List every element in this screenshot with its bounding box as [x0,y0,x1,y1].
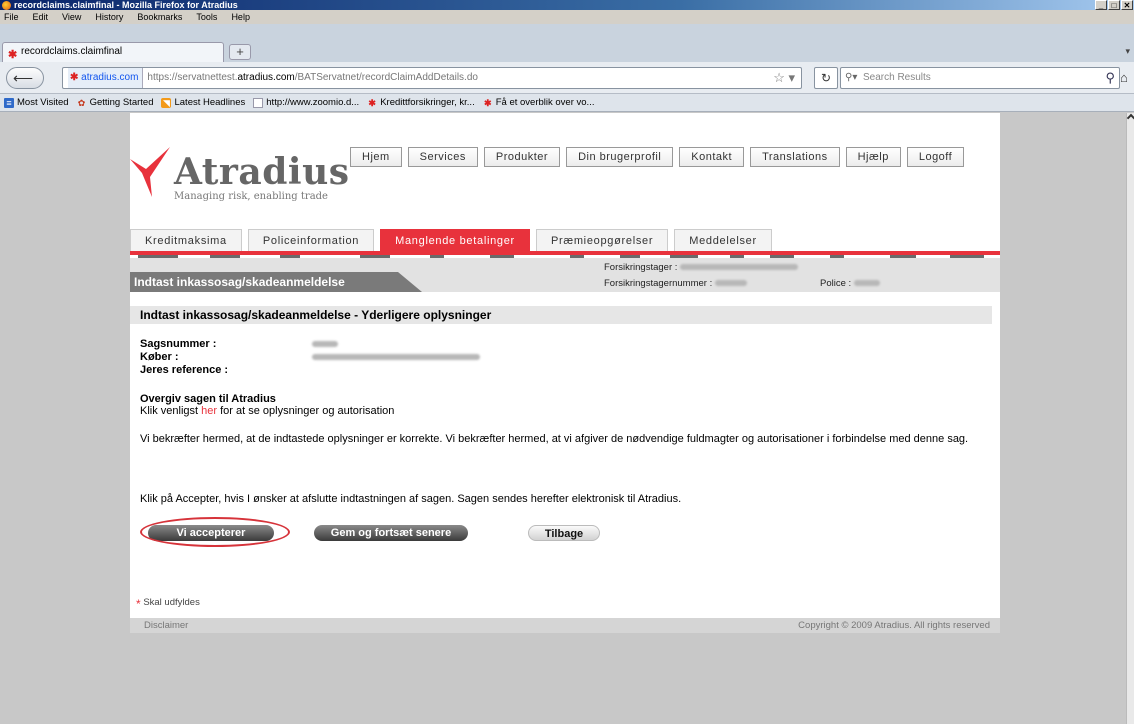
section-tabs: Kreditmaksima Policeinformation Manglend… [130,229,772,251]
window-controls: _ □ ✕ [1095,0,1133,10]
field-kober: Køber : [140,351,480,364]
top-navigation: Hjem Services Produkter Din brugerprofil… [350,147,965,167]
scroll-up-icon[interactable] [1126,113,1134,123]
nav-kontakt[interactable]: Kontakt [679,147,745,167]
bookmark-zoomio[interactable]: http://www.zoomio.d... [253,94,359,111]
search-engine-icon[interactable]: ⚲▾ [845,68,857,88]
page-icon [253,97,264,108]
atradius-favicon: ✱ [483,97,492,108]
field-jeres-reference: Jeres reference : [140,364,229,376]
tab-meddelelser[interactable]: Meddelelser [674,229,772,251]
disclaimer-link[interactable]: Disclaimer [144,618,188,633]
brand-tagline: Managing risk, enabling trade [174,191,328,202]
nav-hjaelp[interactable]: Hjælp [845,147,901,167]
browser-tab[interactable]: ✱ recordclaims.claimfinal [2,42,224,62]
page-viewport: Atradius Managing risk, enabling trade H… [0,113,1126,724]
minimize-button[interactable]: _ [1095,0,1107,10]
policy-value-redacted [853,280,880,287]
bookmark-latest-headlines[interactable]: ◥ Latest Headlines [161,94,245,111]
tab-manglende-betalinger[interactable]: Manglende betalinger [380,229,530,251]
nav-brugerprofil[interactable]: Din brugerprofil [566,147,674,167]
policyholder-value-redacted [680,264,799,271]
window-title: recordclaims.claimfinal - Mozilla Firefo… [14,0,238,10]
address-bar[interactable]: ✱ atradius.com https://servatnettest.atra… [62,67,802,89]
page-footer: Disclaimer Copyright © 2009 Atradius. Al… [130,618,1000,633]
sagsnummer-value-redacted [312,341,338,348]
new-tab-button[interactable]: + [229,44,251,60]
vertical-scrollbar[interactable] [1126,113,1134,724]
nav-hjem[interactable]: Hjem [350,147,402,167]
highlight-annotation [140,517,290,547]
nav-translations[interactable]: Translations [750,147,840,167]
handover-title: Overgiv sagen til Atradius [140,393,276,405]
brand-name: Atradius [174,151,350,193]
firefox-icon [2,1,11,10]
field-sagsnummer: Sagsnummer : [140,338,338,351]
menu-help[interactable]: Help [231,10,250,24]
menu-tools[interactable]: Tools [196,10,217,24]
confirmation-text: Vi bekræfter hermed, at de indtastede op… [140,433,969,445]
nav-logoff[interactable]: Logoff [906,147,965,167]
maximize-button[interactable]: □ [1108,0,1120,10]
accept-button[interactable]: Vi accepterer [140,517,290,547]
search-placeholder: Search Results [863,72,931,83]
menu-history[interactable]: History [95,10,123,24]
policy-info-bar: Indtast inkassosag/skadeanmeldelse Forsi… [130,258,1000,292]
search-go-icon[interactable]: ⚲ [1105,68,1115,88]
claim-fields: Sagsnummer : Køber : Jeres reference : [140,338,480,377]
policyholder-number-label: Forsikringstagernummer : [604,278,747,289]
bookmark-most-visited[interactable]: ≡ Most Visited [4,94,69,111]
tab-kreditmaksima[interactable]: Kreditmaksima [130,229,242,251]
menu-view[interactable]: View [62,10,81,24]
kober-value-redacted [312,354,480,361]
required-note: * Skal udfyldes [136,597,200,611]
atradius-page: Atradius Managing risk, enabling trade H… [130,113,1000,633]
bookmarks-toolbar: ≡ Most Visited ✿ Getting Started ◥ Latest H… [0,94,1134,112]
url-text: https://servatnettest.atradius.com/BATSe… [147,72,478,83]
tab-policeinformation[interactable]: Policeinformation [247,229,375,251]
navigation-toolbar: ⟵ ⟶ ✱ atradius.comhttps://servatnettest.… [0,62,1134,106]
atradius-logo-mark [130,147,170,197]
rss-icon: ◥ [161,97,172,108]
menu-edit[interactable]: Edit [33,10,49,24]
required-asterisk: * [136,597,141,611]
page-title: Indtast inkassosag/skadeanmeldelse [130,272,422,292]
back-link-button[interactable]: Tilbage [528,525,600,541]
menu-bar: File Edit View History Bookmarks Tools H… [0,10,1134,24]
bookmark-getting-started[interactable]: ✿ Getting Started [77,94,154,111]
policyholder-number-redacted [714,280,747,287]
back-button[interactable]: ⟵ ⟶ [6,67,44,106]
firefox-leaf-icon: ✿ [77,97,86,108]
accept-instruction: Klik på Accepter, hvis I ønsker at afslu… [140,493,682,505]
window-titlebar: recordclaims.claimfinal - Mozilla Firefo… [0,0,1134,10]
bookmark-overblik[interactable]: ✱ Få et overblik over vo... [483,94,595,111]
browser-tab-title: recordclaims.claimfinal [21,46,123,57]
copyright-text: Copyright © 2009 Atradius. All rights re… [798,620,990,631]
site-identity-button[interactable]: ✱ atradius.com [68,68,144,88]
menu-bookmarks[interactable]: Bookmarks [137,10,182,24]
menu-file[interactable]: File [4,10,19,24]
atradius-favicon: ✱ [368,97,376,108]
save-continue-later-button[interactable]: Gem og fortsæt senere [314,525,468,541]
reload-icon[interactable]: ↻ [814,67,838,89]
nav-produkter[interactable]: Produkter [483,147,561,167]
most-visited-icon: ≡ [4,97,14,108]
search-input[interactable]: ⚲▾ Search Results ⚲ [840,67,1120,89]
bookmark-kredittforsikringer[interactable]: ✱ Kredittforsikringer, kr... [367,94,474,111]
nav-services[interactable]: Services [407,147,478,167]
handover-text: Klik venligst her for at se oplysninger … [140,405,395,417]
handover-link[interactable]: her [201,405,217,417]
atradius-logo[interactable]: Atradius Managing risk, enabling trade [130,147,349,203]
tab-list-icon[interactable]: ▾ [1125,46,1130,57]
bookmark-star-icon[interactable]: ☆ ▾ [773,68,795,88]
policyholder-label: Forsikringstager : [604,262,799,273]
policy-label: Police : [820,278,880,289]
tab-praemieopgorelser[interactable]: Præmieopgørelser [535,229,669,251]
home-icon[interactable]: ⌂ [1120,67,1134,89]
tab-strip: ✱ recordclaims.claimfinal + ▾ [0,24,1134,62]
close-button[interactable]: ✕ [1121,0,1133,10]
section-title: Indtast inkassosag/skadeanmeldelse - Yde… [130,306,992,324]
